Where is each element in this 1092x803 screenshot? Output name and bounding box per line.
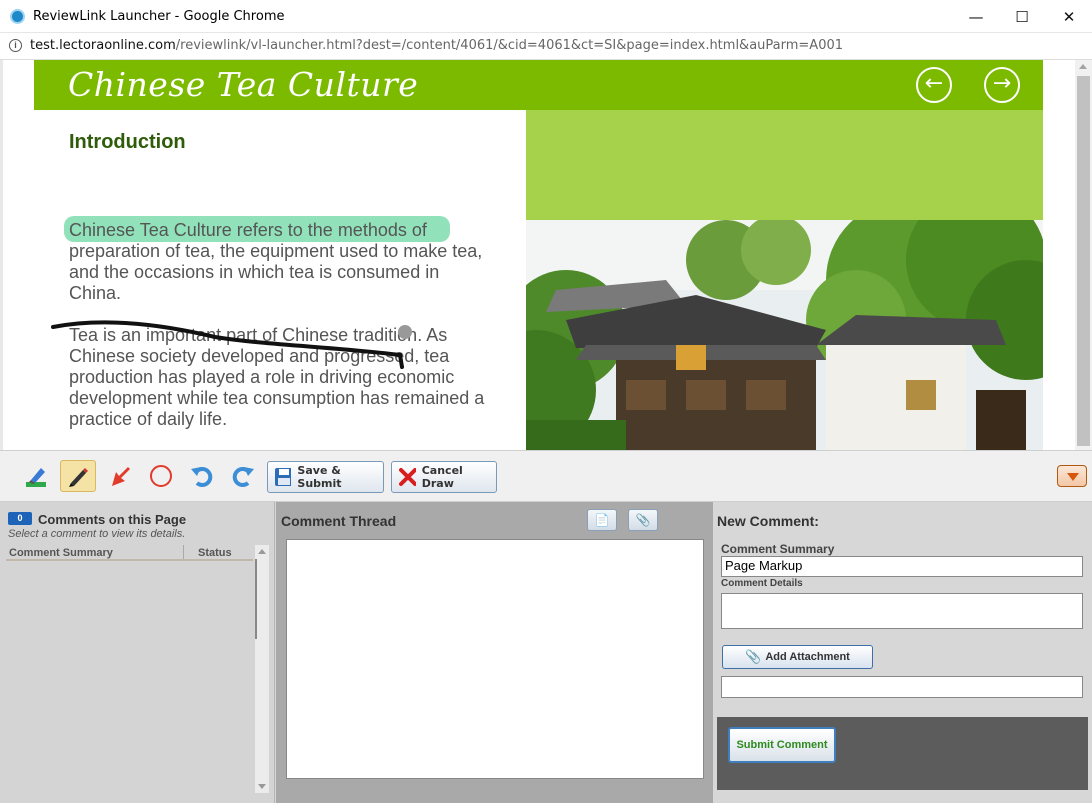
add-attachment-label: Add Attachment — [765, 651, 850, 663]
new-comment-panel: New Comment: Comment Summary Page Markup… — [713, 502, 1092, 803]
scroll-down-arrow-icon[interactable] — [258, 784, 266, 789]
scroll-up-arrow-icon[interactable] — [1079, 64, 1087, 69]
lesson-header: Chinese Tea Culture ← → — [34, 60, 1043, 110]
scroll-up-arrow-icon[interactable] — [258, 549, 266, 554]
window-title: ReviewLink Launcher - Google Chrome — [33, 9, 285, 24]
col-comment-summary[interactable]: Comment Summary — [9, 547, 113, 559]
column-divider[interactable] — [183, 545, 184, 559]
pencil-icon[interactable] — [60, 460, 96, 492]
close-button[interactable]: ✕ — [1046, 0, 1092, 33]
comment-thread-panel: Comment Thread 📄 📎 — [276, 502, 713, 803]
chrome-app-icon — [10, 9, 25, 24]
attachment-icon[interactable]: 📎 — [628, 509, 658, 531]
intro-heading: Introduction — [69, 131, 186, 153]
redo-icon[interactable] — [225, 460, 261, 492]
save-submit-label: Save & Submit — [297, 464, 342, 490]
highlighter-icon[interactable] — [18, 460, 54, 492]
info-icon[interactable]: i — [9, 39, 22, 52]
review-panels: 0 Comments on this Page Select a comment… — [0, 502, 1092, 803]
page-scrollbar[interactable] — [1075, 60, 1092, 450]
attachment-path-input[interactable] — [721, 676, 1083, 698]
maximize-button[interactable]: ☐ — [999, 0, 1045, 33]
paragraph-1: Chinese Tea Culture refers to the method… — [69, 220, 483, 303]
cancel-draw-button[interactable]: Cancel Draw — [391, 461, 497, 493]
comment-thread-box[interactable] — [286, 539, 704, 779]
paperclip-icon: 📎 — [745, 649, 762, 664]
address-bar[interactable]: i test.lectoraonline.com/reviewlink/vl-l… — [0, 33, 1092, 60]
comments-panel-title: Comments on this Page — [38, 512, 187, 527]
left-edge — [0, 60, 3, 450]
chevron-down-icon — [1067, 473, 1079, 481]
new-comment-title: New Comment: — [717, 513, 819, 529]
pen-markup-stroke — [51, 320, 412, 369]
save-submit-button[interactable]: Save & Submit — [267, 461, 384, 493]
header-green-panel — [526, 110, 1043, 220]
cursor-dot — [398, 325, 412, 339]
collapse-panel-button[interactable] — [1057, 465, 1087, 487]
next-page-button[interactable]: → — [984, 67, 1020, 103]
comment-summary-input[interactable]: Page Markup — [721, 556, 1083, 577]
comments-list-header: Comment Summary Status — [6, 545, 253, 561]
comment-summary-label: Comment Summary — [721, 542, 835, 556]
submit-comment-button[interactable]: Submit Comment — [728, 727, 836, 763]
markup-toolbar: Save & Submit Cancel Draw — [0, 450, 1092, 502]
prev-page-button[interactable]: ← — [916, 67, 952, 103]
col-status[interactable]: Status — [198, 547, 232, 559]
cancel-draw-label: Cancel Draw — [421, 464, 463, 490]
comment-details-input[interactable] — [721, 593, 1083, 629]
url-path: /reviewlink/vl-launcher.html?dest=/conte… — [175, 38, 844, 53]
scroll-thumb[interactable] — [1077, 76, 1090, 446]
export-pdf-icon[interactable]: 📄 — [587, 509, 617, 531]
minimize-button[interactable]: — — [953, 0, 999, 33]
comment-details-label: Comment Details — [721, 578, 803, 589]
pavilion-photo — [526, 220, 1043, 450]
submit-area: Submit Comment — [717, 717, 1088, 790]
url-host: test.lectoraonline.com — [30, 38, 176, 53]
cancel-x-icon — [399, 468, 416, 486]
comments-list-scrollbar[interactable] — [255, 545, 269, 793]
comment-count-badge: 0 — [8, 512, 32, 525]
add-attachment-button[interactable]: 📎 Add Attachment — [722, 645, 873, 669]
window-titlebar: ReviewLink Launcher - Google Chrome — ☐ … — [0, 0, 1092, 33]
save-icon — [275, 468, 292, 486]
comments-panel: 0 Comments on this Page Select a comment… — [0, 502, 275, 803]
url-text[interactable]: test.lectoraonline.com/reviewlink/vl-lau… — [30, 38, 843, 53]
circle-icon[interactable] — [143, 460, 179, 492]
undo-icon[interactable] — [184, 460, 220, 492]
arrow-icon[interactable] — [102, 460, 138, 492]
scroll-thumb[interactable] — [255, 559, 257, 639]
comment-thread-title: Comment Thread — [281, 513, 397, 529]
lesson-content: Chinese Tea Culture ← → Introduction Chi… — [0, 60, 1092, 450]
comments-hint: Select a comment to view its details. — [8, 528, 186, 540]
lesson-title: Chinese Tea Culture — [68, 65, 419, 104]
